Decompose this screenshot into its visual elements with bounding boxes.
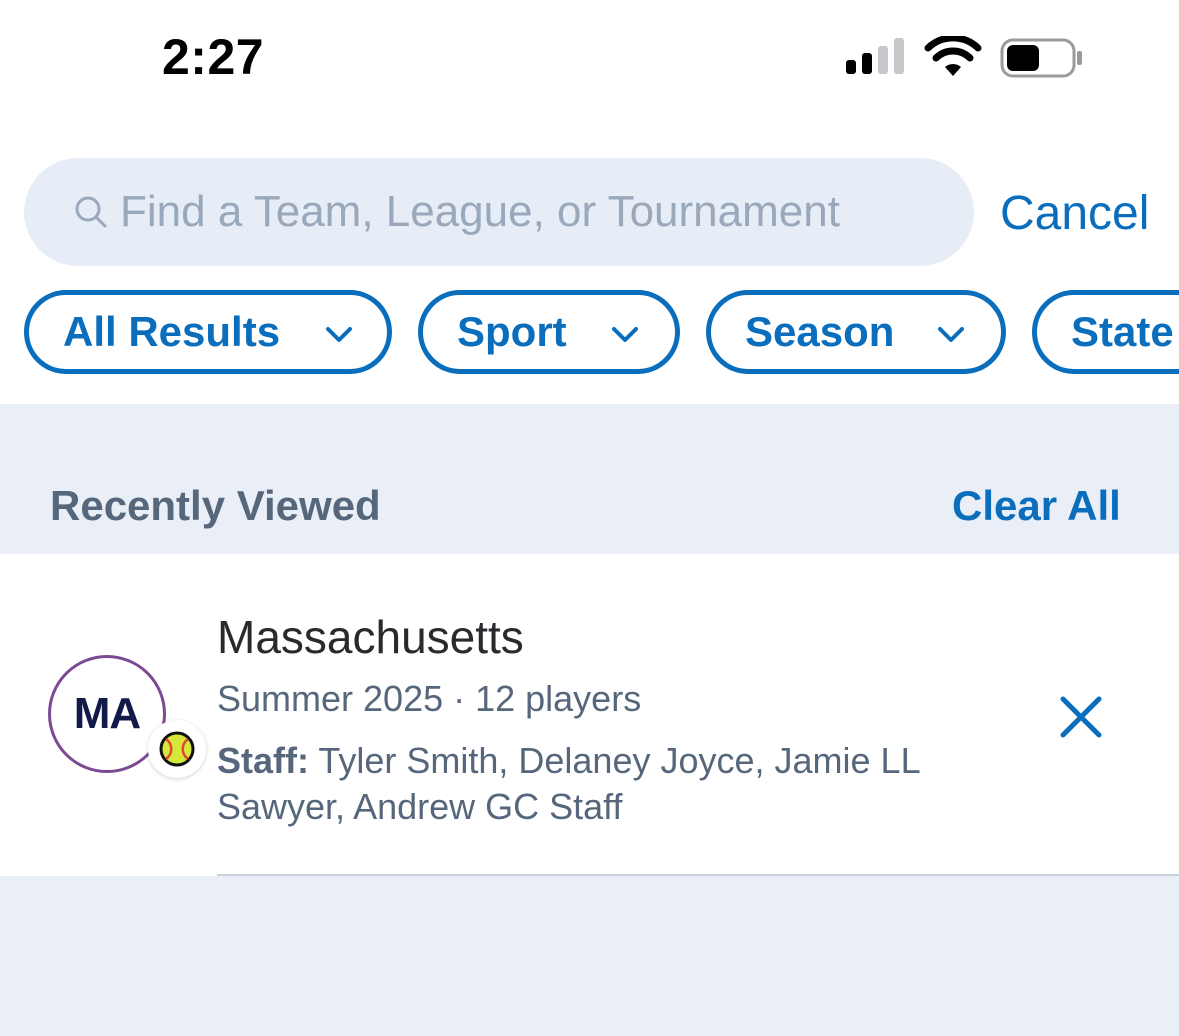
filter-chip-state[interactable]: State xyxy=(1032,290,1179,374)
search-row: Cancel xyxy=(0,158,1179,268)
filter-chip-row: All Results Sport Season State xyxy=(0,290,1179,382)
filter-chip-label: Sport xyxy=(457,308,567,355)
filter-chip-all-results[interactable]: All Results xyxy=(24,290,392,374)
filter-chip-label: Season xyxy=(745,308,895,355)
wifi-icon xyxy=(924,36,982,76)
search-input[interactable] xyxy=(120,182,940,242)
section-title: Recently Viewed xyxy=(50,482,381,529)
recently-viewed-header: Recently Viewed Clear All xyxy=(0,404,1179,554)
avatar-initials: MA xyxy=(73,689,141,738)
staff-names: Tyler Smith, Delaney Joyce, Jamie LL Saw… xyxy=(217,740,920,827)
filter-chip-label: State xyxy=(1071,308,1174,355)
chevron-down-icon xyxy=(938,327,964,342)
filter-chip-sport[interactable]: Sport xyxy=(418,290,680,374)
list-item[interactable]: MA Massachusetts Summer 2025 · 12 player… xyxy=(0,554,1179,876)
cancel-button[interactable]: Cancel xyxy=(1000,186,1149,241)
empty-area xyxy=(0,876,1179,1036)
filter-chip-label: All Results xyxy=(63,308,281,355)
status-time: 2:27 xyxy=(162,29,265,85)
search-icon xyxy=(75,196,107,228)
chevron-down-icon xyxy=(612,327,638,342)
chevron-down-icon xyxy=(326,327,352,342)
clear-all-button[interactable]: Clear All xyxy=(952,482,1121,530)
cellular-signal-icon xyxy=(846,38,904,74)
remove-recent-button[interactable] xyxy=(1058,694,1104,740)
status-bar: 2:27 xyxy=(0,0,1179,110)
search-box[interactable] xyxy=(24,158,974,266)
battery-icon xyxy=(1000,38,1082,78)
softball-icon xyxy=(159,731,195,767)
team-name: Massachusetts xyxy=(217,611,524,663)
sport-badge xyxy=(148,720,206,778)
team-staff: Staff: Tyler Smith, Delaney Joyce, Jamie… xyxy=(217,738,977,830)
filter-chip-season[interactable]: Season xyxy=(706,290,1006,374)
staff-label: Staff: xyxy=(217,740,309,781)
team-subtitle: Summer 2025 · 12 players xyxy=(217,678,642,719)
